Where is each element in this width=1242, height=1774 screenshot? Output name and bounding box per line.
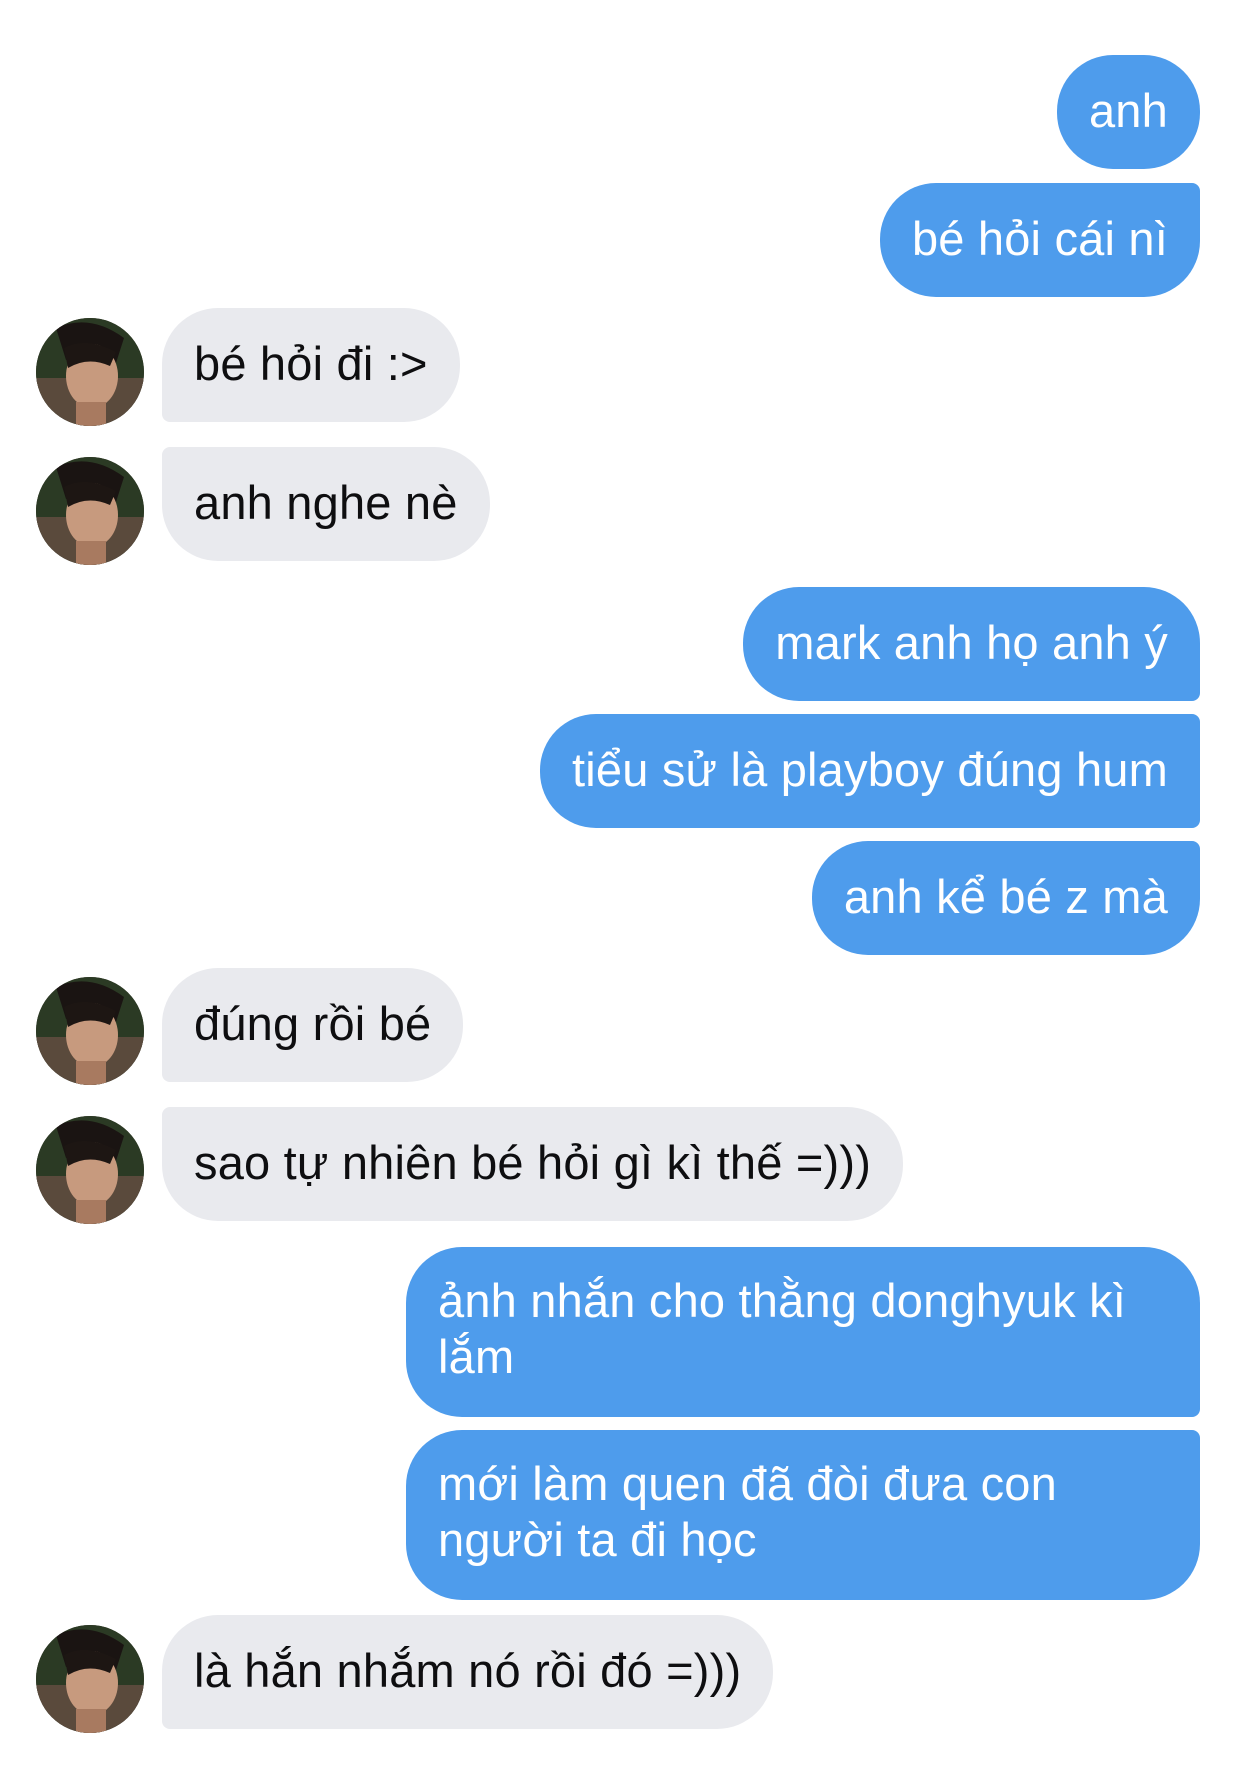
- sent-message[interactable]: ảnh nhắn cho thằng donghyuk kì lắm: [406, 1247, 1200, 1417]
- received-message[interactable]: bé hỏi đi :>: [162, 308, 460, 422]
- received-message[interactable]: là hắn nhắm nó rồi đó =))): [162, 1615, 774, 1729]
- sent-message[interactable]: anh: [1056, 55, 1200, 169]
- received-message[interactable]: anh nghe nè: [162, 447, 490, 561]
- sent-message[interactable]: mới làm quen đã đòi đưa con người ta đi …: [406, 1430, 1200, 1600]
- contact-avatar[interactable]: [36, 318, 144, 426]
- contact-avatar[interactable]: [36, 1625, 144, 1733]
- sent-message[interactable]: bé hỏi cái nì: [879, 183, 1200, 297]
- received-message[interactable]: sao tự nhiên bé hỏi gì kì thế =))): [162, 1107, 904, 1221]
- contact-avatar[interactable]: [36, 457, 144, 565]
- chat-thread: anh bé hỏi cái nì bé hỏi đi :> anh nghe …: [0, 0, 1242, 1774]
- sent-message[interactable]: anh kể bé z mà: [811, 841, 1200, 955]
- sent-message[interactable]: mark anh họ anh ý: [743, 587, 1200, 701]
- contact-avatar[interactable]: [36, 1116, 144, 1224]
- contact-avatar[interactable]: [36, 977, 144, 1085]
- sent-message[interactable]: tiểu sử là playboy đúng hum: [540, 714, 1200, 828]
- received-message[interactable]: đúng rồi bé: [162, 968, 464, 1082]
